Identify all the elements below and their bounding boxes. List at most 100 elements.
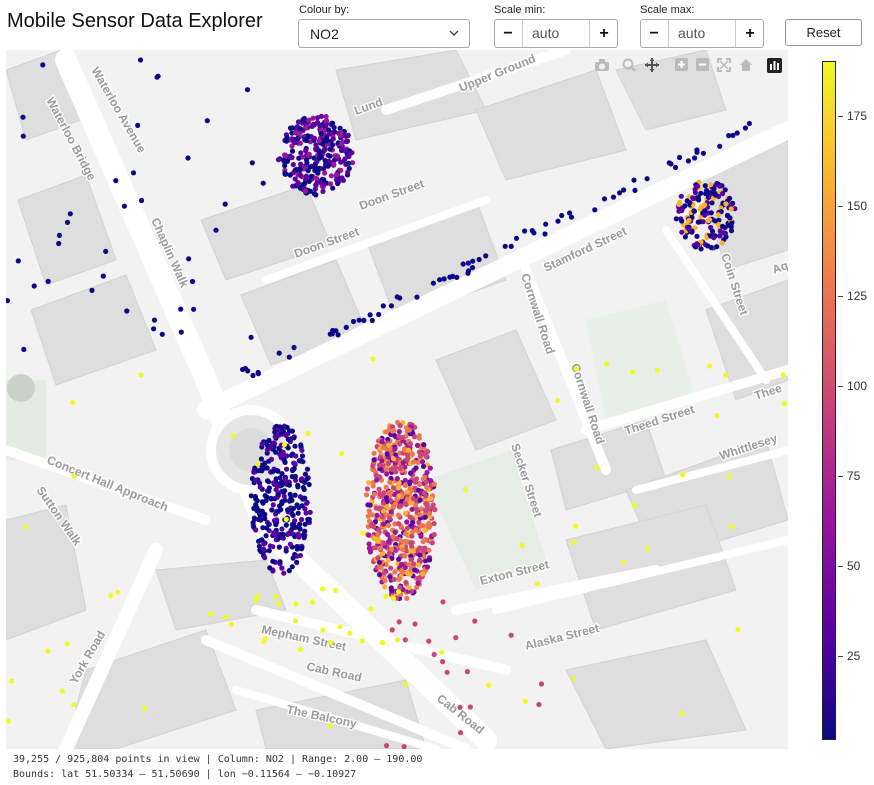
sensor-point [330, 136, 336, 142]
camera-icon[interactable] [594, 58, 610, 74]
sensor-point [343, 133, 349, 139]
sensor-point [275, 601, 282, 607]
sensor-point [367, 312, 373, 318]
sensor-point [284, 466, 290, 472]
sensor-point [406, 427, 412, 433]
sensor-point [335, 332, 341, 338]
map-view[interactable]: Waterloo Bridge Chaplin Walk Doon Street… [6, 50, 788, 749]
sensor-point [409, 533, 415, 539]
sensor-point [368, 606, 374, 612]
sensor-point [113, 178, 119, 184]
sensor-point [292, 618, 298, 624]
sensor-point [417, 481, 423, 488]
scale-max-increment-button[interactable]: + [737, 20, 763, 47]
sensor-point [429, 540, 435, 546]
sensor-point [260, 512, 267, 518]
sensor-point [261, 638, 267, 645]
sensor-point [389, 546, 395, 552]
autoscale-icon[interactable] [717, 58, 731, 74]
sensor-point [349, 150, 355, 156]
sensor-point [694, 233, 700, 239]
sensor-point [386, 522, 392, 528]
sensor-point [502, 243, 508, 249]
sensor-point [282, 171, 288, 177]
zoom-out-icon[interactable] [696, 58, 709, 74]
sensor-point [189, 278, 196, 285]
street-label: Cornwall Road [518, 272, 557, 356]
sensor-point [290, 505, 296, 512]
sensor-point [726, 133, 732, 139]
sensor-point [404, 595, 410, 601]
sensor-point [291, 344, 297, 351]
sensor-point [412, 621, 418, 627]
sensor-point [302, 137, 308, 143]
scale-min-input[interactable]: auto [522, 20, 590, 47]
sensor-point [422, 474, 428, 480]
sensor-point [631, 177, 637, 183]
sensor-point [417, 552, 423, 558]
sensor-point [742, 125, 749, 131]
sensor-point [385, 557, 391, 563]
map-canvas[interactable]: Waterloo Bridge Chaplin Walk Doon Street… [6, 50, 788, 749]
sensor-point [262, 555, 268, 561]
sensor-point [138, 197, 145, 204]
sensor-point [178, 329, 184, 335]
sensor-point [64, 219, 71, 225]
sensor-point [396, 429, 402, 435]
sensor-point [327, 723, 333, 729]
scale-max-decrement-button[interactable]: − [641, 20, 667, 47]
sensor-point [391, 576, 397, 583]
reset-button[interactable]: Reset [785, 19, 862, 46]
building [335, 50, 487, 141]
sensor-point [56, 240, 62, 247]
sensor-point [292, 443, 298, 449]
sensor-point [298, 150, 304, 156]
home-icon[interactable] [739, 58, 753, 74]
sensor-point [391, 427, 397, 434]
colour-by-select[interactable]: NO2 [298, 19, 470, 48]
sensor-point [326, 131, 332, 137]
plotly-logo-icon[interactable] [767, 58, 782, 74]
colorbar-tick [838, 386, 843, 387]
zoom-icon[interactable] [622, 58, 636, 74]
scale-min-increment-button[interactable]: + [591, 20, 617, 47]
sensor-point [308, 173, 314, 179]
sensor-point [365, 502, 371, 508]
sensor-point [686, 217, 692, 223]
sensor-point [396, 485, 402, 491]
colorbar-label: 75 [847, 469, 861, 483]
sensor-point [717, 183, 723, 189]
sensor-point [396, 493, 402, 499]
sensor-point [389, 627, 395, 633]
sensor-point [711, 186, 717, 192]
sensor-point [368, 523, 374, 529]
sensor-point [573, 523, 579, 529]
sensor-point [408, 470, 414, 476]
sensor-point [465, 260, 471, 266]
scale-max-input[interactable]: auto [668, 20, 736, 47]
sensor-point [290, 162, 296, 168]
scale-min-decrement-button[interactable]: − [495, 20, 521, 47]
sensor-point [734, 130, 740, 136]
sensor-point [291, 140, 297, 146]
sensor-point [394, 476, 400, 482]
sensor-point [416, 433, 422, 439]
zoom-in-icon[interactable] [675, 58, 688, 74]
sensor-point [230, 433, 236, 439]
sensor-point [399, 435, 406, 441]
sensor-point [297, 526, 303, 532]
sensor-point [735, 627, 741, 633]
sensor-point [321, 166, 327, 172]
sensor-point [420, 571, 426, 577]
sensor-point [411, 434, 418, 440]
sensor-point [151, 326, 157, 332]
sensor-point [279, 501, 285, 507]
sensor-point [21, 346, 27, 352]
sensor-point [678, 193, 684, 199]
sensor-point [672, 164, 679, 170]
sensor-point [367, 549, 373, 555]
sensor-point [154, 74, 160, 80]
pan-icon[interactable] [645, 58, 659, 74]
sensor-point [409, 506, 415, 512]
sensor-point [302, 528, 308, 534]
